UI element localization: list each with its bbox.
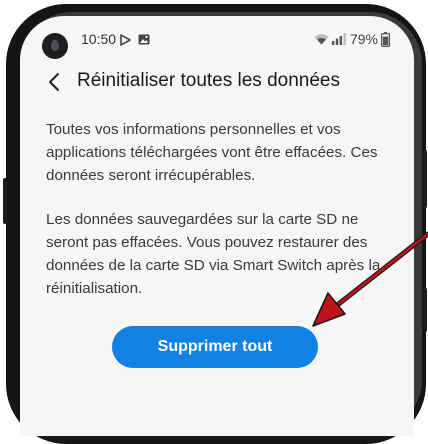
- annotation-arrow: [312, 231, 428, 327]
